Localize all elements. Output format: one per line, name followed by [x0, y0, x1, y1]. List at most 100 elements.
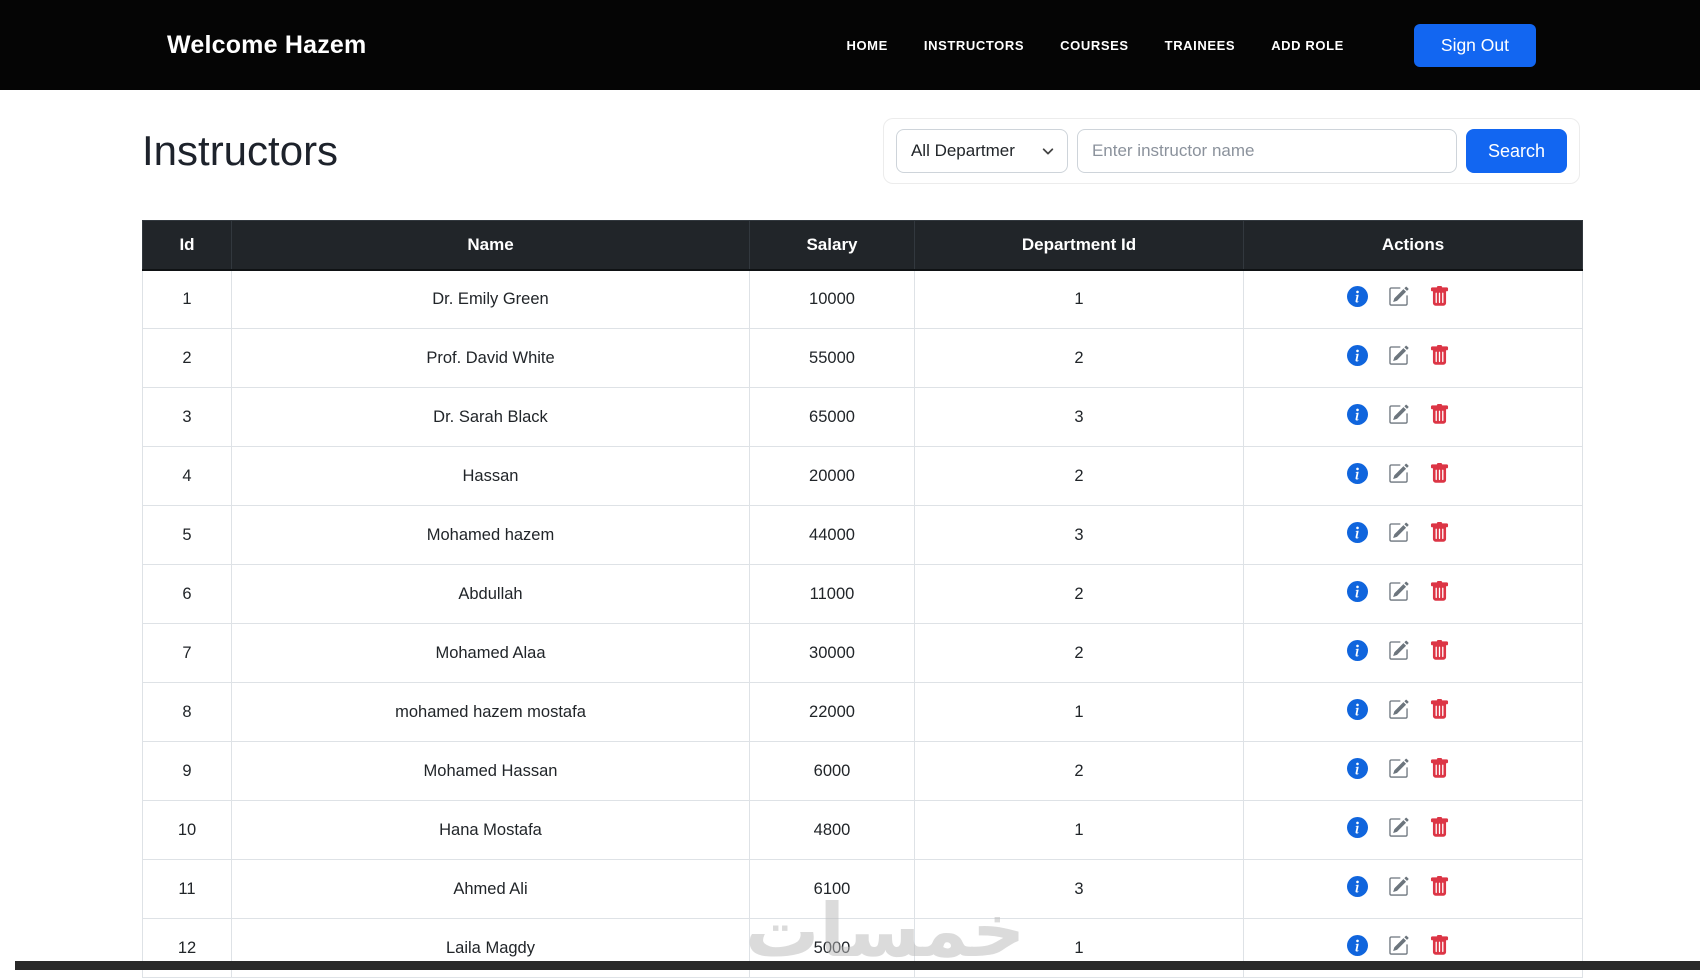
- table-header: Id Name Salary Department Id Actions: [142, 220, 1583, 271]
- table-body: 1 Dr. Emily Green 10000 1 2 Prof. David Whit…: [142, 269, 1583, 978]
- trash-icon[interactable]: [1429, 699, 1450, 720]
- info-icon[interactable]: [1346, 345, 1368, 366]
- row-action-icons: [1346, 817, 1450, 838]
- info-icon[interactable]: [1346, 463, 1368, 484]
- row-action-icons: [1346, 640, 1450, 661]
- info-icon[interactable]: [1346, 876, 1368, 897]
- nav-item-home[interactable]: HOME: [846, 38, 887, 53]
- cell-id: 10: [142, 800, 232, 860]
- info-icon[interactable]: [1346, 404, 1368, 425]
- nav-item-add-role[interactable]: ADD ROLE: [1271, 38, 1344, 53]
- row-action-icons: [1346, 522, 1450, 543]
- cell-name: Mohamed Alaa: [231, 623, 750, 683]
- row-action-icons: [1346, 876, 1450, 897]
- nav-item-courses[interactable]: COURSES: [1060, 38, 1129, 53]
- info-icon[interactable]: [1346, 581, 1368, 602]
- cell-name: Hana Mostafa: [231, 800, 750, 860]
- page-title: Instructors: [142, 127, 339, 174]
- edit-icon[interactable]: [1388, 404, 1409, 425]
- trash-icon[interactable]: [1429, 876, 1450, 897]
- edit-icon[interactable]: [1388, 640, 1409, 661]
- edit-icon[interactable]: [1388, 286, 1409, 307]
- trash-icon[interactable]: [1429, 640, 1450, 661]
- edit-icon[interactable]: [1388, 935, 1409, 956]
- edit-icon[interactable]: [1388, 758, 1409, 779]
- brand-welcome-text: Welcome Hazem: [167, 30, 367, 59]
- cell-id: 9: [142, 741, 232, 801]
- row-action-icons: [1346, 935, 1450, 956]
- trash-icon[interactable]: [1429, 463, 1450, 484]
- cell-id: 8: [142, 682, 232, 742]
- top-navbar: Welcome Hazem HOME INSTRUCTORS COURSES T…: [0, 0, 1700, 90]
- cell-actions: [1243, 741, 1583, 801]
- cell-actions: [1243, 859, 1583, 919]
- trash-icon[interactable]: [1429, 404, 1450, 425]
- cell-id: 7: [142, 623, 232, 683]
- cell-name: Mohamed Hassan: [231, 741, 750, 801]
- cell-department-id: 2: [914, 741, 1244, 801]
- filter-panel: All Departmer Search: [882, 118, 1580, 184]
- cell-id: 2: [142, 328, 232, 388]
- trash-icon[interactable]: [1429, 345, 1450, 366]
- title-row: Instructors All Departmer Search: [142, 118, 1582, 184]
- instructors-table: Id Name Salary Department Id Actions 1 Dr…: [142, 220, 1583, 978]
- instructors-table-wrap: Id Name Salary Department Id Actions 1 Dr…: [142, 220, 1583, 978]
- info-icon[interactable]: [1346, 699, 1368, 720]
- table-row: 5 Mohamed hazem 44000 3: [142, 505, 1583, 565]
- department-select-value: All Departmer: [910, 141, 1015, 160]
- cell-name: Abdullah: [231, 564, 750, 624]
- table-row: 9 Mohamed Hassan 6000 2: [142, 741, 1583, 801]
- info-icon[interactable]: [1346, 522, 1368, 543]
- cell-actions: [1243, 682, 1583, 742]
- row-action-icons: [1346, 286, 1450, 308]
- cell-actions: [1243, 505, 1583, 565]
- edit-icon[interactable]: [1388, 522, 1409, 543]
- edit-icon[interactable]: [1388, 817, 1409, 838]
- cell-salary: 22000: [749, 682, 915, 742]
- cell-salary: 65000: [749, 387, 915, 447]
- table-row: 4 Hassan 20000 2: [142, 446, 1583, 506]
- cell-name: Dr. Emily Green: [231, 269, 750, 329]
- cell-id: 5: [142, 505, 232, 565]
- cell-actions: [1243, 328, 1583, 388]
- cell-name: mohamed hazem mostafa: [231, 682, 750, 742]
- sign-out-button[interactable]: Sign Out: [1413, 23, 1536, 67]
- table-row: 10 Hana Mostafa 4800 1: [142, 800, 1583, 860]
- trash-icon[interactable]: [1429, 286, 1450, 307]
- trash-icon[interactable]: [1429, 935, 1450, 956]
- trash-icon[interactable]: [1429, 817, 1450, 838]
- table-row: 7 Mohamed Alaa 30000 2: [142, 623, 1583, 683]
- table-row: 2 Prof. David White 55000 2: [142, 328, 1583, 388]
- table-row: 11 Ahmed Ali 6100 3: [142, 859, 1583, 919]
- edit-icon[interactable]: [1388, 581, 1409, 602]
- cell-department-id: 2: [914, 328, 1244, 388]
- search-button[interactable]: Search: [1465, 129, 1567, 173]
- edit-icon[interactable]: [1388, 699, 1409, 720]
- nav-item-trainees[interactable]: TRAINEES: [1165, 38, 1236, 53]
- row-action-icons: [1346, 699, 1450, 720]
- trash-icon[interactable]: [1429, 758, 1450, 779]
- header-salary: Salary: [749, 220, 915, 271]
- instructor-name-input[interactable]: [1076, 129, 1457, 173]
- row-action-icons: [1346, 463, 1450, 484]
- info-icon[interactable]: [1346, 817, 1368, 838]
- department-select[interactable]: All Departmer: [895, 129, 1068, 173]
- nav-item-instructors[interactable]: INSTRUCTORS: [924, 38, 1024, 53]
- info-icon[interactable]: [1346, 935, 1368, 956]
- cell-actions: [1243, 623, 1583, 683]
- cell-actions: [1243, 800, 1583, 860]
- cell-department-id: 1: [914, 682, 1244, 742]
- table-row: 1 Dr. Emily Green 10000 1: [142, 269, 1583, 329]
- info-icon[interactable]: [1346, 758, 1368, 779]
- trash-icon[interactable]: [1429, 581, 1450, 602]
- info-icon[interactable]: [1346, 286, 1368, 308]
- edit-icon[interactable]: [1388, 876, 1409, 897]
- bottom-dark-bar: [15, 961, 1700, 970]
- edit-icon[interactable]: [1388, 345, 1409, 366]
- row-action-icons: [1346, 345, 1450, 366]
- trash-icon[interactable]: [1429, 522, 1450, 543]
- info-icon[interactable]: [1346, 640, 1368, 661]
- table-row: 6 Abdullah 11000 2: [142, 564, 1583, 624]
- edit-icon[interactable]: [1388, 463, 1409, 484]
- cell-id: 4: [142, 446, 232, 506]
